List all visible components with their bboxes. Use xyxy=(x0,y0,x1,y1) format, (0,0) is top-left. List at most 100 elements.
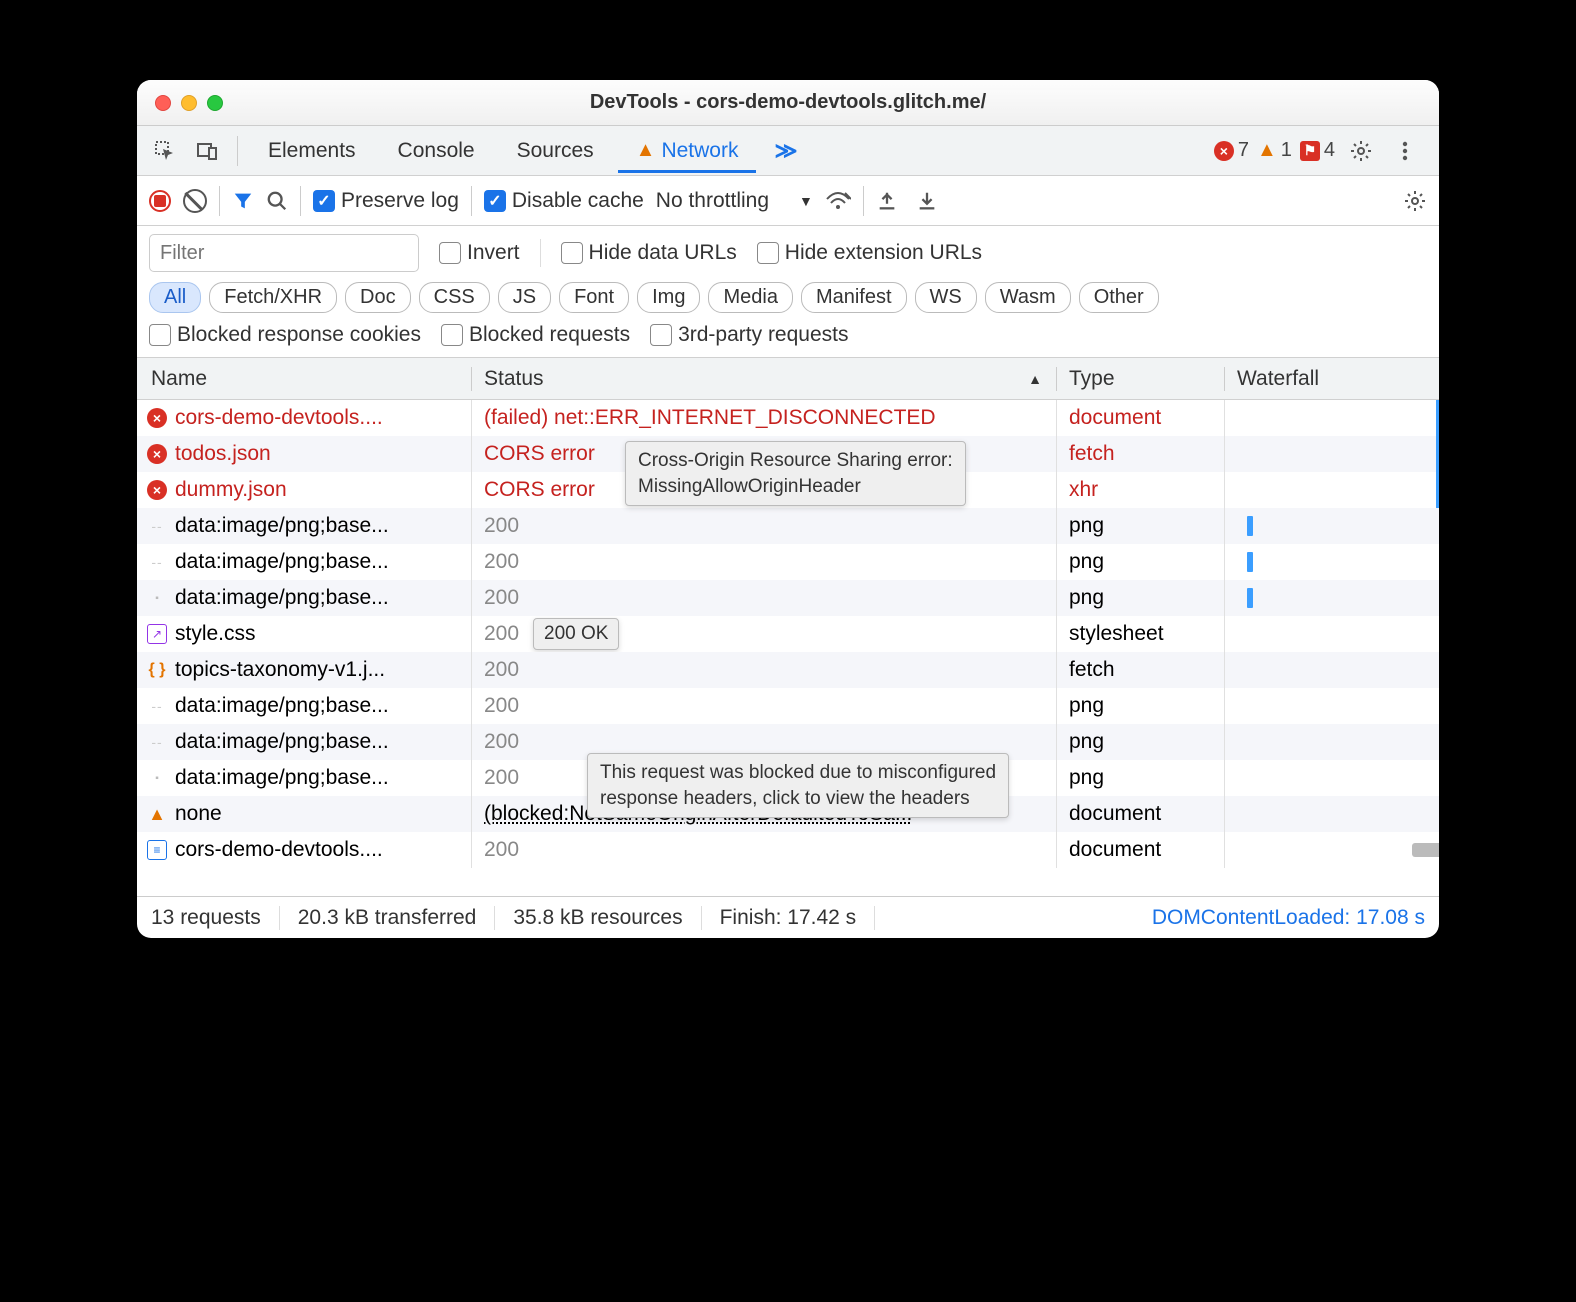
import-har-icon[interactable] xyxy=(916,190,938,212)
column-name[interactable]: Name xyxy=(137,367,472,391)
request-status: 200 xyxy=(484,586,519,610)
cell-type: stylesheet xyxy=(1057,616,1225,652)
disable-cache-checkbox[interactable]: ✓ Disable cache xyxy=(484,189,644,213)
hide-extension-urls-checkbox[interactable]: Hide extension URLs xyxy=(757,241,982,265)
filter-chip-js[interactable]: JS xyxy=(498,282,551,313)
filter-chip-css[interactable]: CSS xyxy=(419,282,490,313)
table-row[interactable]: ↗ style.css 200 200 OK stylesheet xyxy=(137,616,1439,652)
column-waterfall[interactable]: Waterfall xyxy=(1225,367,1439,391)
waterfall-bar xyxy=(1247,552,1253,572)
filter-chip-wasm[interactable]: Wasm xyxy=(985,282,1071,313)
more-tabs-button[interactable]: ≫ xyxy=(762,138,809,164)
filter-input[interactable] xyxy=(149,234,419,272)
waterfall-bar xyxy=(1247,516,1253,536)
blocked-cookies-checkbox[interactable]: Blocked response cookies xyxy=(149,323,421,347)
table-row[interactable]: -- data:image/png;base... 200 png xyxy=(137,508,1439,544)
settings-gear-icon[interactable] xyxy=(1343,133,1379,169)
request-status: CORS error xyxy=(484,478,595,502)
cell-waterfall xyxy=(1225,472,1439,508)
minimize-window-button[interactable] xyxy=(181,95,197,111)
table-row[interactable]: × cors-demo-devtools.... (failed) net::E… xyxy=(137,400,1439,436)
throttling-select[interactable]: No throttling ▼ xyxy=(656,189,813,213)
cell-waterfall xyxy=(1225,832,1439,868)
filter-chip-manifest[interactable]: Manifest xyxy=(801,282,907,313)
third-party-checkbox[interactable]: 3rd-party requests xyxy=(650,323,848,347)
filter-chip-img[interactable]: Img xyxy=(637,282,700,313)
clear-button[interactable] xyxy=(183,189,207,213)
divider xyxy=(219,186,220,216)
maximize-window-button[interactable] xyxy=(207,95,223,111)
network-conditions-icon[interactable] xyxy=(825,189,851,213)
image-placeholder-icon: -- xyxy=(147,732,167,752)
cell-waterfall xyxy=(1225,400,1439,436)
search-icon[interactable] xyxy=(266,190,288,212)
cell-type: document xyxy=(1057,400,1225,436)
waterfall-bar xyxy=(1247,588,1253,608)
status-ok-badge: 200 OK xyxy=(533,618,619,650)
panel-tabbar: Elements Console Sources ▲ Network ≫ × 7… xyxy=(137,126,1439,176)
invert-checkbox[interactable]: Invert xyxy=(439,241,520,265)
waterfall-edge xyxy=(1436,436,1439,472)
filter-icon[interactable] xyxy=(232,190,254,212)
record-button[interactable] xyxy=(149,190,171,212)
divider xyxy=(863,186,864,216)
request-status: 200 xyxy=(484,514,519,538)
filter-chip-ws[interactable]: WS xyxy=(915,282,977,313)
status-domcontentloaded: DOMContentLoaded: 17.08 s xyxy=(1134,906,1425,930)
tab-elements[interactable]: Elements xyxy=(250,129,374,173)
inspect-element-icon[interactable] xyxy=(147,133,183,169)
issues-badge[interactable]: ⚑ 4 xyxy=(1300,139,1335,162)
blocked-tooltip: This request was blocked due to misconfi… xyxy=(587,753,1009,818)
filter-chip-other[interactable]: Other xyxy=(1079,282,1159,313)
warnings-badge[interactable]: ▲ 1 xyxy=(1257,139,1292,162)
filter-chip-font[interactable]: Font xyxy=(559,282,629,313)
divider xyxy=(300,186,301,216)
device-toolbar-icon[interactable] xyxy=(189,133,225,169)
devtools-window: DevTools - cors-demo-devtools.glitch.me/… xyxy=(137,80,1439,938)
table-row[interactable]: { } topics-taxonomy-v1.j... 200 fetch xyxy=(137,652,1439,688)
stylesheet-icon: ↗ xyxy=(147,624,167,644)
filter-chip-doc[interactable]: Doc xyxy=(345,282,411,313)
request-name: cors-demo-devtools.... xyxy=(175,838,383,862)
image-icon: ▪ xyxy=(147,588,167,608)
cell-name: ▲ none xyxy=(137,796,472,832)
chevron-down-icon: ▼ xyxy=(799,193,813,209)
blocked-requests-checkbox[interactable]: Blocked requests xyxy=(441,323,630,347)
status-transferred: 20.3 kB transferred xyxy=(280,906,496,930)
filter-chip-media[interactable]: Media xyxy=(708,282,792,313)
filter-chip-all[interactable]: All xyxy=(149,282,201,313)
cell-status: 200 xyxy=(472,544,1057,580)
kebab-menu-icon[interactable] xyxy=(1387,133,1423,169)
cell-name: ▪ data:image/png;base... xyxy=(137,580,472,616)
cell-status: 200 xyxy=(472,688,1057,724)
column-status[interactable]: Status ▲ xyxy=(472,367,1057,391)
table-row[interactable]: -- data:image/png;base... 200 png xyxy=(137,688,1439,724)
export-har-icon[interactable] xyxy=(876,190,898,212)
image-placeholder-icon: -- xyxy=(147,696,167,716)
table-row[interactable]: -- data:image/png;base... 200 png xyxy=(137,544,1439,580)
filter-chip-fetch-xhr[interactable]: Fetch/XHR xyxy=(209,282,337,313)
request-status: (failed) net::ERR_INTERNET_DISCONNECTED xyxy=(484,406,936,430)
warning-triangle-icon: ▲ xyxy=(1257,139,1277,162)
cell-name: × dummy.json xyxy=(137,472,472,508)
error-icon: × xyxy=(147,408,167,428)
cell-waterfall xyxy=(1225,616,1439,652)
issue-counters: × 7 ▲ 1 ⚑ 4 xyxy=(1214,133,1429,169)
table-row[interactable]: ▪ data:image/png;base... 200 png xyxy=(137,580,1439,616)
close-window-button[interactable] xyxy=(155,95,171,111)
network-settings-gear-icon[interactable] xyxy=(1403,189,1427,213)
errors-badge[interactable]: × 7 xyxy=(1214,139,1249,162)
cors-tooltip: Cross-Origin Resource Sharing error: Mis… xyxy=(625,441,966,506)
warning-triangle-icon: ▲ xyxy=(636,139,656,162)
preserve-log-checkbox[interactable]: ✓ Preserve log xyxy=(313,189,459,213)
request-status: 200 xyxy=(484,766,519,790)
tab-sources[interactable]: Sources xyxy=(499,129,612,173)
tab-network[interactable]: ▲ Network xyxy=(618,129,757,173)
request-status: 200 xyxy=(484,658,519,682)
table-row[interactable]: ≡ cors-demo-devtools.... 200 document xyxy=(137,832,1439,868)
cell-name: -- data:image/png;base... xyxy=(137,688,472,724)
hide-data-urls-checkbox[interactable]: Hide data URLs xyxy=(561,241,737,265)
column-type[interactable]: Type xyxy=(1057,367,1225,391)
cell-status: 200 xyxy=(472,832,1057,868)
tab-console[interactable]: Console xyxy=(380,129,493,173)
